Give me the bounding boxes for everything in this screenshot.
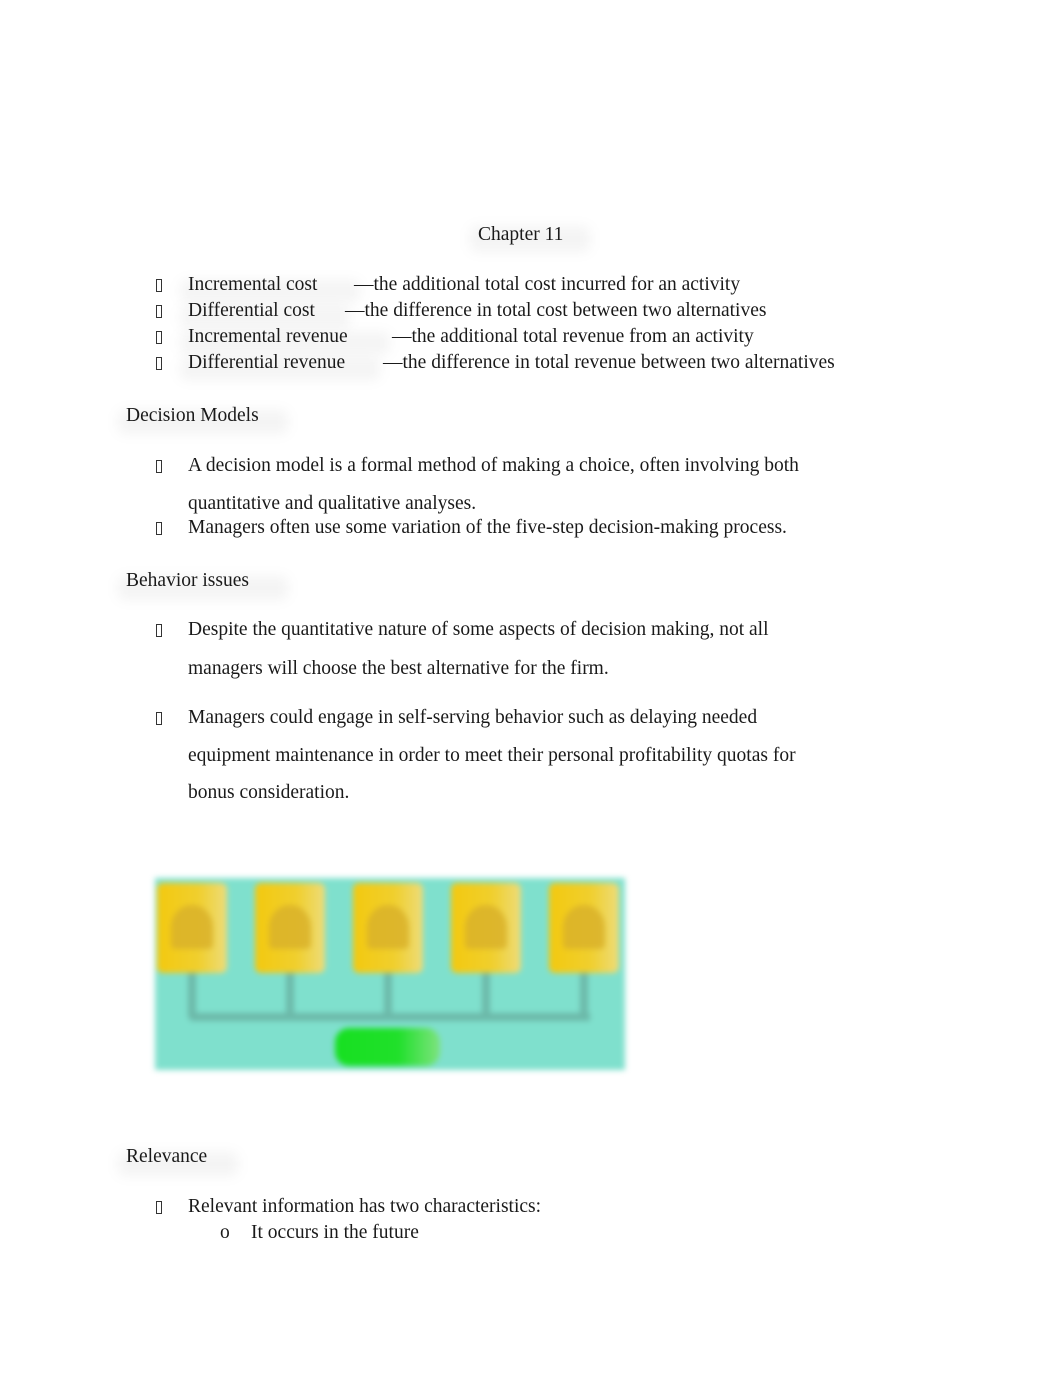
bullet-text: quantitative and qualitative analyses. bbox=[188, 493, 477, 514]
bullet-text: A decision model is a formal method of m… bbox=[188, 455, 799, 476]
step-card-5 bbox=[549, 883, 619, 973]
bullet-text: Managers could engage in self-serving be… bbox=[188, 707, 758, 728]
bullet-icon bbox=[156, 460, 162, 473]
bullet-text: bonus consideration. bbox=[188, 782, 350, 803]
sub-bullet-text: It occurs in the future bbox=[251, 1222, 419, 1243]
definition-term: Incremental revenue bbox=[188, 326, 348, 347]
step-card-1 bbox=[157, 883, 227, 973]
sub-bullet-marker: o bbox=[220, 1222, 230, 1243]
section-heading: Behavior issues bbox=[126, 570, 249, 591]
definition-text: —the difference in total revenue between… bbox=[383, 352, 835, 373]
connector bbox=[580, 973, 588, 1018]
definition-term: Differential revenue bbox=[188, 352, 346, 373]
bullet-icon bbox=[156, 331, 162, 344]
bullet-icon bbox=[156, 357, 162, 370]
connector bbox=[384, 973, 392, 1018]
bullet-icon bbox=[156, 522, 162, 535]
step-card-2 bbox=[255, 883, 325, 973]
definition-text: —the difference in total cost between tw… bbox=[345, 300, 767, 321]
step-card-3 bbox=[353, 883, 423, 973]
center-label-box bbox=[335, 1028, 440, 1066]
bullet-icon bbox=[156, 1201, 162, 1214]
connector-rail bbox=[190, 1013, 590, 1021]
step-card-4 bbox=[451, 883, 521, 973]
definition-item: Differential revenue —the difference in … bbox=[188, 352, 835, 374]
bullet-icon bbox=[156, 279, 162, 292]
section-heading: Relevance bbox=[126, 1146, 208, 1167]
definition-term: Incremental cost bbox=[188, 274, 318, 295]
connector bbox=[286, 973, 294, 1018]
bullet-icon bbox=[156, 305, 162, 318]
bullet-text: Despite the quantitative nature of some … bbox=[188, 619, 769, 640]
definition-term: Differential cost bbox=[188, 300, 315, 321]
bullet-icon bbox=[156, 624, 162, 637]
decision-process-figure bbox=[155, 878, 625, 1070]
definition-item: Differential cost —the difference in tot… bbox=[188, 300, 766, 322]
section-heading: Decision Models bbox=[126, 405, 259, 426]
definition-item: Incremental revenue —the additional tota… bbox=[188, 326, 754, 348]
bullet-text: Relevant information has two characteris… bbox=[188, 1196, 542, 1217]
bullet-text: Managers often use some variation of the… bbox=[188, 517, 787, 538]
bullet-text: managers will choose the best alternativ… bbox=[188, 658, 609, 679]
connector bbox=[482, 973, 490, 1018]
page-title: Chapter 11 bbox=[478, 224, 564, 245]
definition-text: —the additional total revenue from an ac… bbox=[392, 326, 754, 347]
bullet-icon bbox=[156, 712, 162, 725]
definition-item: Incremental cost —the additional total c… bbox=[188, 274, 740, 296]
connector bbox=[188, 973, 196, 1018]
definition-text: —the additional total cost incurred for … bbox=[354, 274, 741, 295]
bullet-text: equipment maintenance in order to meet t… bbox=[188, 745, 796, 766]
